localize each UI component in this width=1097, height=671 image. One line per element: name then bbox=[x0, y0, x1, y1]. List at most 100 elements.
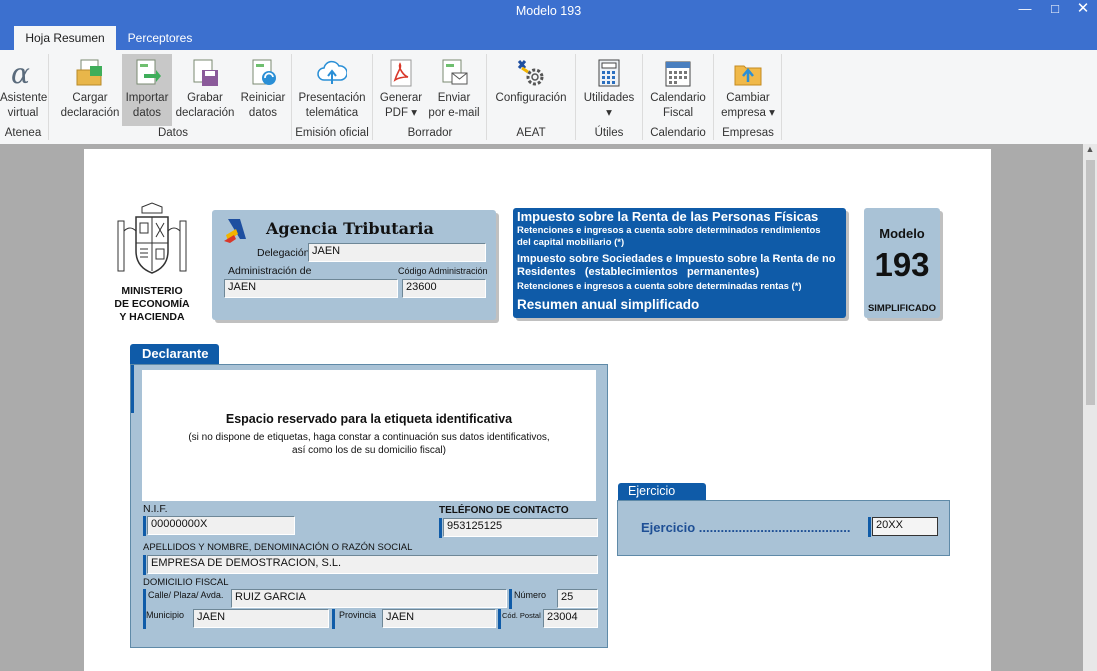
cargar-declaracion-button[interactable]: Cargar declaración bbox=[58, 54, 122, 126]
cambiar-label-1: Cambiar bbox=[726, 92, 770, 104]
impuesto-box: Impuesto sobre la Renta de las Personas … bbox=[513, 208, 846, 318]
minimize-button[interactable]: — bbox=[1010, 0, 1040, 20]
generar-label-1: Generar bbox=[379, 92, 423, 104]
importar-label-2: datos bbox=[132, 106, 162, 119]
separator bbox=[781, 54, 782, 140]
separator bbox=[642, 54, 643, 140]
separator bbox=[48, 54, 49, 140]
ribbon-tabs: Hoja Resumen Perceptores bbox=[0, 24, 1097, 50]
separator bbox=[486, 54, 487, 140]
municipio-label: Municipio bbox=[146, 610, 185, 620]
enviar-label-2: por e-mail bbox=[428, 106, 480, 119]
calle-label: Calle/ Plaza/ Avda. bbox=[148, 590, 224, 600]
numero-label: Número bbox=[514, 590, 547, 600]
tab-hoja-resumen[interactable]: Hoja Resumen bbox=[14, 26, 116, 50]
ministerio-line-2: DE ECONOMÍA bbox=[114, 298, 190, 310]
ejercicio-panel: Ejercicio ..............................… bbox=[617, 500, 950, 556]
grabar-declaracion-button[interactable]: Grabar declaración bbox=[174, 54, 236, 126]
generar-label-2: PDF ▾ bbox=[385, 106, 417, 119]
form-page: MINISTERIO DE ECONOMÍA Y HACIENDA Agenci… bbox=[84, 149, 991, 671]
etiqueta-subtitle-1: (si no dispone de etiquetas, haga consta… bbox=[188, 432, 550, 443]
calle-marker bbox=[143, 589, 146, 609]
group-label-empresas: Empresas bbox=[722, 127, 774, 139]
agencia-title: Agencia Tributaria bbox=[266, 219, 434, 238]
delegacion-field[interactable]: JAEN bbox=[308, 243, 486, 262]
utilidades-button[interactable]: Utilidades ▾ bbox=[580, 54, 638, 126]
asistente-label-2: virtual bbox=[7, 106, 39, 119]
group-label-utiles: Útiles bbox=[594, 127, 624, 139]
ejercicio-field[interactable]: 20XX bbox=[872, 517, 938, 536]
cambiar-label-2: empresa ▾ bbox=[721, 106, 775, 119]
utilidades-dropdown-arrow: ▾ bbox=[606, 106, 612, 119]
importar-datos-button[interactable]: Importar datos bbox=[122, 54, 172, 126]
import-icon bbox=[136, 59, 161, 85]
scrollbar-thumb[interactable] bbox=[1086, 160, 1095, 405]
impuesto-heading-2a: Impuesto sobre Sociedades e Impuesto sob… bbox=[517, 253, 836, 265]
reiniciar-datos-button[interactable]: Reiniciar datos bbox=[238, 54, 288, 126]
presentacion-label-2: telemática bbox=[305, 106, 359, 119]
ejercicio-marker bbox=[868, 517, 871, 537]
agencia-box: Agencia Tributaria Delegación de JAEN Ad… bbox=[212, 210, 496, 320]
modelo-sub: SIMPLIFICADO bbox=[867, 303, 937, 314]
grabar-label-1: Grabar bbox=[187, 92, 223, 104]
separator bbox=[372, 54, 373, 140]
numero-field[interactable]: 25 bbox=[557, 589, 598, 608]
provincia-marker bbox=[332, 609, 335, 629]
reiniciar-label-2: datos bbox=[248, 106, 278, 119]
codigo-administracion-field[interactable]: 23600 bbox=[402, 279, 486, 298]
administracion-field[interactable]: JAEN bbox=[224, 279, 398, 298]
nif-label: N.I.F. bbox=[143, 503, 168, 515]
domicilio-label: DOMICILIO FISCAL bbox=[143, 577, 229, 588]
maximize-button[interactable]: □ bbox=[1040, 0, 1070, 20]
apellidos-label: APELLIDOS Y NOMBRE, DENOMINACIÓN O RAZÓN… bbox=[143, 542, 413, 553]
window-title: Modelo 193 bbox=[515, 4, 582, 18]
ministerio-line-3: Y HACIENDA bbox=[119, 311, 185, 323]
telefono-field[interactable]: 953125125 bbox=[443, 518, 598, 537]
calendario-fiscal-button[interactable]: Calendario Fiscal bbox=[646, 54, 710, 126]
telefono-label: TELÉFONO DE CONTACTO bbox=[439, 505, 569, 516]
impuesto-text-1b: del capital mobiliario (*) bbox=[517, 237, 625, 248]
etiqueta-title: Espacio reservado para la etiqueta ident… bbox=[225, 412, 513, 426]
gear-icon bbox=[517, 60, 544, 86]
email-document-icon bbox=[442, 59, 468, 85]
alpha-icon: α bbox=[11, 58, 30, 88]
close-button[interactable]: ✕ bbox=[1068, 0, 1097, 20]
etiqueta-subtitle-2: así como los de su domicilio fiscal) bbox=[292, 444, 446, 456]
nif-field[interactable]: 00000000X bbox=[147, 516, 295, 535]
provincia-field[interactable]: JAEN bbox=[382, 609, 496, 628]
codigo-administracion-label: Código Administración bbox=[398, 266, 488, 276]
ejercicio-label: Ejercicio ..............................… bbox=[641, 520, 851, 535]
scroll-up-arrow-icon[interactable]: ▲ bbox=[1085, 144, 1095, 156]
cp-marker bbox=[498, 609, 501, 629]
apellidos-field[interactable]: EMPRESA DE DEMOSTRACION, S.L. bbox=[147, 555, 598, 574]
municipio-field[interactable]: JAEN bbox=[193, 609, 329, 628]
impuesto-text-1a: Retenciones e ingresos a cuenta sobre de… bbox=[517, 225, 821, 236]
folder-open-icon bbox=[76, 59, 102, 86]
separator bbox=[575, 54, 576, 140]
svg-text:α: α bbox=[11, 58, 30, 88]
declarante-marker bbox=[131, 365, 134, 413]
enviar-email-button[interactable]: Enviar por e-mail bbox=[426, 54, 482, 126]
ministerio-text: MINISTERIO DE ECONOMÍA Y HACIENDA bbox=[102, 285, 202, 324]
refresh-document-icon bbox=[252, 59, 276, 85]
presentacion-telematica-button[interactable]: Presentación telemática bbox=[294, 54, 370, 126]
asistente-label-1: Asistente bbox=[0, 92, 48, 104]
ministerio-line-1: MINISTERIO bbox=[121, 285, 183, 297]
numero-marker bbox=[509, 589, 512, 609]
tab-perceptores[interactable]: Perceptores bbox=[120, 26, 200, 50]
calendario-label-2: Fiscal bbox=[662, 106, 694, 119]
separator bbox=[713, 54, 714, 140]
reiniciar-label-1: Reiniciar bbox=[240, 92, 286, 104]
cambiar-empresa-button[interactable]: Cambiar empresa ▾ bbox=[718, 54, 778, 126]
calculator-icon bbox=[598, 59, 620, 87]
generar-pdf-button[interactable]: Generar PDF ▾ bbox=[376, 54, 426, 126]
folder-up-icon bbox=[734, 65, 762, 86]
asistente-virtual-button[interactable]: α Asistente virtual bbox=[0, 54, 48, 126]
cp-label: Cód. Postal bbox=[502, 611, 541, 620]
etiqueta-area: Espacio reservado para la etiqueta ident… bbox=[142, 370, 596, 501]
cp-field[interactable]: 23004 bbox=[543, 609, 598, 628]
title-bar: Modelo 193 — □ ✕ bbox=[0, 0, 1097, 24]
impuesto-heading-2b: Residentes (establecimientos permanentes… bbox=[517, 266, 760, 278]
configuracion-button[interactable]: Configuración bbox=[490, 54, 572, 126]
calle-field[interactable]: RUIZ GARCIA bbox=[231, 589, 507, 608]
